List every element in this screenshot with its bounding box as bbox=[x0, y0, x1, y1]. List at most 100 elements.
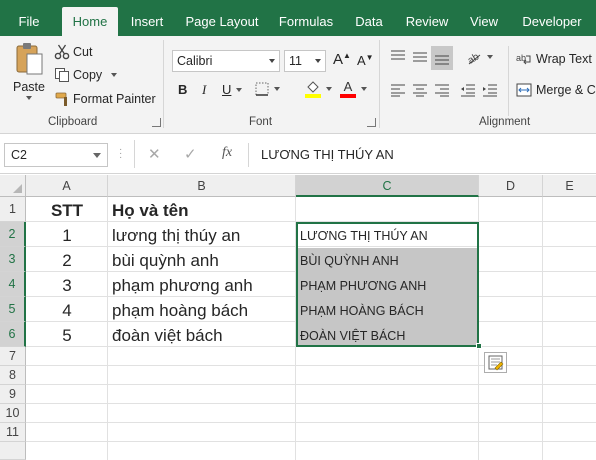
gridline bbox=[26, 422, 596, 423]
svg-text:ab: ab bbox=[466, 51, 481, 65]
name-box-value: C2 bbox=[11, 148, 27, 162]
cell-b1[interactable]: Họ và tên bbox=[112, 198, 296, 223]
wrap-text-button[interactable]: ab Wrap Text bbox=[516, 52, 592, 66]
fill-handle[interactable] bbox=[476, 343, 482, 349]
borders-button[interactable] bbox=[255, 82, 280, 96]
cell-a3[interactable]: 2 bbox=[26, 248, 108, 273]
gridline bbox=[26, 441, 596, 442]
formula-input[interactable]: LƯƠNG THỊ THÚY AN bbox=[248, 143, 596, 167]
tab-page-layout[interactable]: Page Layout bbox=[180, 0, 264, 36]
row-header-2[interactable]: 2 bbox=[0, 222, 26, 247]
grow-font-button[interactable]: A ▲ bbox=[333, 51, 351, 68]
cell-c3[interactable]: BÙI QUỲNH ANH bbox=[297, 248, 478, 273]
chevron-down-icon bbox=[326, 87, 332, 91]
increase-indent-button[interactable] bbox=[482, 84, 498, 97]
cell-b5[interactable]: phạm hoàng bách bbox=[112, 298, 296, 323]
font-size-value: 11 bbox=[289, 54, 302, 68]
quick-analysis-button[interactable] bbox=[484, 352, 507, 373]
wrap-text-icon: ab bbox=[516, 52, 532, 66]
tab-insert[interactable]: Insert bbox=[124, 0, 170, 36]
tab-data[interactable]: Data bbox=[348, 0, 390, 36]
font-color-button[interactable]: A bbox=[340, 80, 367, 98]
cell-b3[interactable]: bùi quỳnh anh bbox=[112, 248, 296, 273]
align-center-button[interactable] bbox=[412, 84, 428, 97]
enter-button[interactable]: ✓ bbox=[184, 145, 197, 163]
cut-button[interactable]: Cut bbox=[54, 44, 92, 60]
row-header-6[interactable]: 6 bbox=[0, 322, 26, 347]
bold-button[interactable]: B bbox=[178, 82, 187, 97]
chevron-down-icon bbox=[26, 96, 32, 100]
bottom-align-button[interactable] bbox=[431, 46, 453, 70]
column-header-d[interactable]: D bbox=[479, 175, 543, 197]
align-left-icon bbox=[390, 84, 406, 97]
borders-icon bbox=[255, 82, 269, 96]
cell-a5[interactable]: 4 bbox=[26, 298, 108, 323]
align-middle-icon bbox=[412, 50, 428, 64]
cell-a6[interactable]: 5 bbox=[26, 323, 108, 348]
tab-formulas[interactable]: Formulas bbox=[272, 0, 340, 36]
merge-center-label: Merge & C bbox=[536, 83, 596, 97]
name-box[interactable]: C2 bbox=[4, 143, 108, 167]
cancel-button[interactable]: ✕ bbox=[148, 145, 161, 163]
row-header-8[interactable]: 8 bbox=[0, 366, 26, 385]
clipboard-group-label: Clipboard bbox=[48, 116, 98, 128]
scissors-icon bbox=[54, 44, 70, 60]
row-header-12[interactable] bbox=[0, 442, 26, 460]
font-size-combobox[interactable]: 11 bbox=[284, 50, 326, 72]
row-header-3[interactable]: 3 bbox=[0, 247, 26, 272]
orientation-button[interactable]: ab bbox=[466, 49, 493, 67]
column-header-a[interactable]: A bbox=[26, 175, 108, 197]
quick-analysis-icon bbox=[488, 355, 504, 371]
decrease-indent-icon bbox=[460, 84, 476, 97]
font-dialog-launcher-icon[interactable] bbox=[367, 118, 376, 127]
paste-button[interactable]: Paste bbox=[10, 42, 48, 108]
cell-b6[interactable]: đoàn việt bách bbox=[112, 323, 296, 348]
fill-color-button[interactable] bbox=[305, 80, 332, 98]
underline-button[interactable]: U bbox=[222, 82, 243, 97]
cell-b2[interactable]: lương thị thúy an bbox=[112, 223, 296, 248]
row-header-4[interactable]: 4 bbox=[0, 272, 26, 297]
row-header-9[interactable]: 9 bbox=[0, 385, 26, 404]
shrink-font-button[interactable]: A ▼ bbox=[357, 53, 374, 68]
copy-button[interactable]: Copy bbox=[54, 67, 118, 83]
divider bbox=[134, 140, 135, 168]
chevron-down-icon[interactable] bbox=[111, 73, 118, 77]
gridline bbox=[26, 365, 596, 366]
tab-view[interactable]: View bbox=[462, 0, 506, 36]
copy-label: Copy bbox=[73, 68, 103, 82]
middle-align-button[interactable] bbox=[412, 50, 428, 64]
cell-c6[interactable]: ĐOÀN VIỆT BÁCH bbox=[297, 323, 478, 348]
column-header-b[interactable]: B bbox=[108, 175, 296, 197]
column-header-c[interactable]: C bbox=[296, 175, 479, 197]
select-all-button[interactable] bbox=[0, 175, 26, 197]
decrease-indent-button[interactable] bbox=[460, 84, 476, 97]
row-header-10[interactable]: 10 bbox=[0, 404, 26, 423]
cell-c5[interactable]: PHẠM HOÀNG BÁCH bbox=[297, 298, 478, 323]
top-align-button[interactable] bbox=[390, 50, 406, 64]
column-header-e[interactable]: E bbox=[543, 175, 596, 197]
insert-function-button[interactable]: fx bbox=[222, 145, 232, 161]
row-header-1[interactable]: 1 bbox=[0, 197, 26, 222]
cell-a4[interactable]: 3 bbox=[26, 273, 108, 298]
tab-developer[interactable]: Developer bbox=[516, 0, 588, 36]
font-name-combobox[interactable]: Calibri bbox=[172, 50, 280, 72]
resize-handle-icon[interactable]: · · · bbox=[119, 145, 122, 163]
cell-c4[interactable]: PHẠM PHƯƠNG ANH bbox=[297, 273, 478, 298]
tab-file[interactable]: File bbox=[4, 0, 54, 36]
tab-home[interactable]: Home bbox=[62, 7, 118, 36]
paste-label: Paste bbox=[13, 80, 45, 94]
merge-center-button[interactable]: Merge & C bbox=[516, 83, 596, 97]
cell-b4[interactable]: phạm phương anh bbox=[112, 273, 296, 298]
clipboard-dialog-launcher-icon[interactable] bbox=[152, 118, 161, 127]
row-header-11[interactable]: 11 bbox=[0, 423, 26, 442]
format-painter-button[interactable]: Format Painter bbox=[54, 91, 156, 107]
row-header-5[interactable]: 5 bbox=[0, 297, 26, 322]
row-header-7[interactable]: 7 bbox=[0, 347, 26, 366]
align-left-button[interactable] bbox=[390, 84, 406, 97]
align-right-button[interactable] bbox=[434, 84, 450, 97]
cell-c2[interactable]: LƯƠNG THỊ THÚY AN bbox=[297, 223, 478, 248]
italic-button[interactable]: I bbox=[202, 82, 206, 98]
cell-a1[interactable]: STT bbox=[26, 198, 108, 223]
tab-review[interactable]: Review bbox=[398, 0, 456, 36]
cell-a2[interactable]: 1 bbox=[26, 223, 108, 248]
